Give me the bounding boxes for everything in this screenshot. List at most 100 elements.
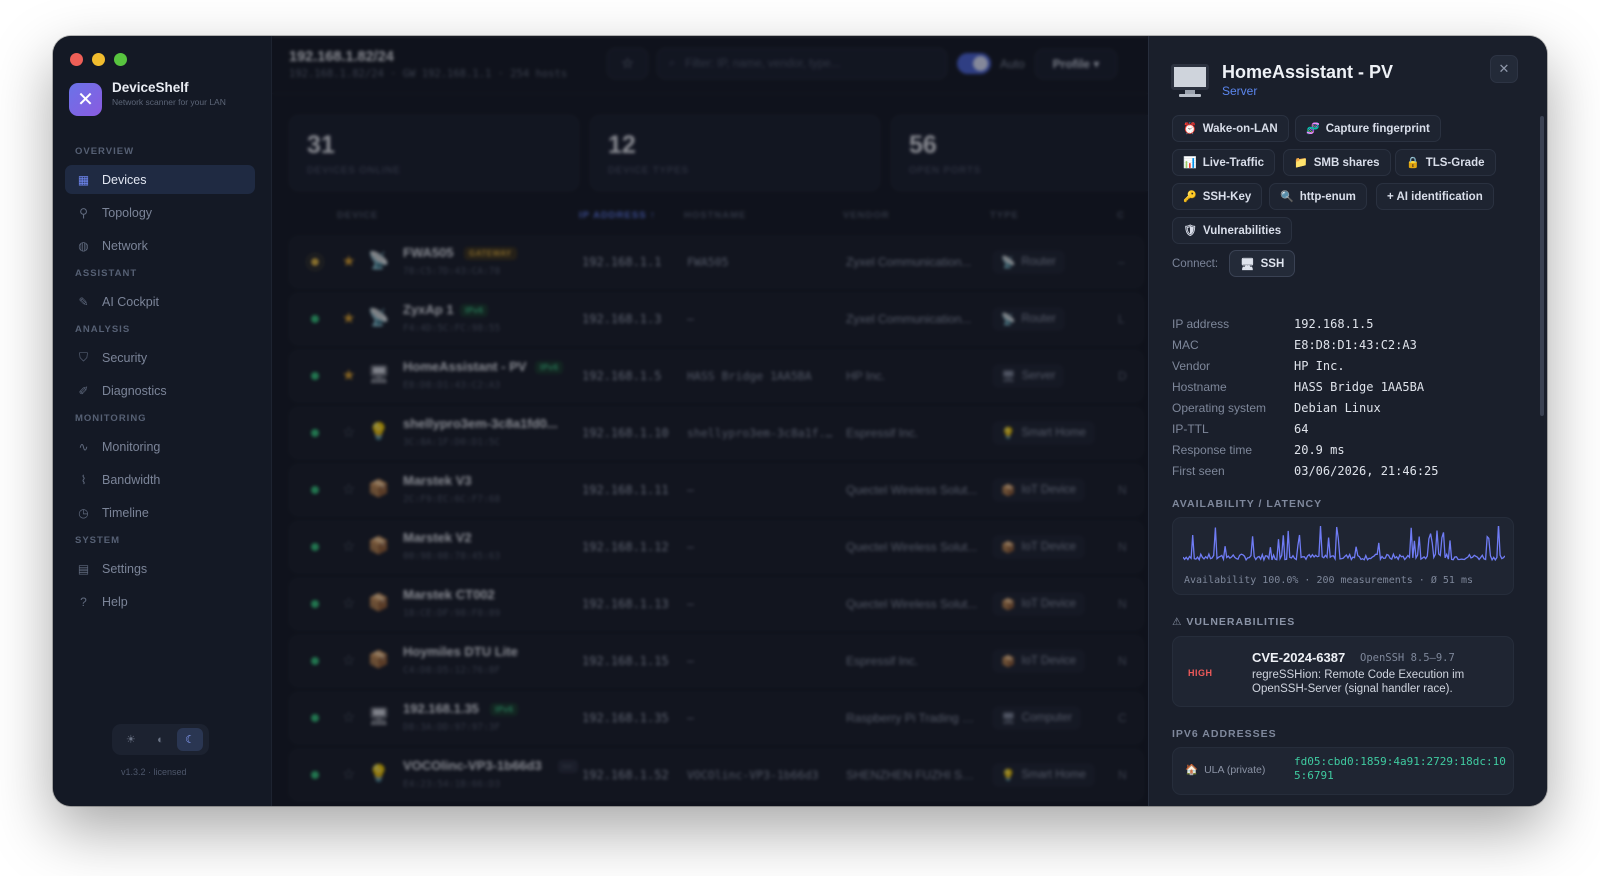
minimize-window-button[interactable] [92,53,105,66]
app-window: ✕ DeviceShelf Network scanner for your L… [53,36,1547,806]
device-badge: IPv6 [460,304,489,317]
sidebar-item-security[interactable]: ⛉ Security [65,343,255,372]
info-value[interactable]: 64 [1294,422,1308,436]
favorite-star-icon[interactable]: ★ [342,252,355,270]
star-icon: ☆ [621,55,634,71]
device-vendor: HP Inc. [846,369,886,383]
favorite-star-icon[interactable]: ★ [342,366,355,384]
live-traffic-button[interactable]: 📊 Live-Traffic [1172,149,1276,176]
action-label: Wake-on-LAN [1202,122,1278,135]
info-value[interactable]: HP Inc. [1294,359,1345,373]
sidebar-item-ai-cockpit[interactable]: ✎ AI Cockpit [65,287,255,316]
device-type-icon: 💡 [368,422,390,441]
auto-scan-toggle[interactable] [957,53,991,74]
table-row[interactable]: ☆ 🖥 192.168.1.35 IPv6 D8:3A:DD:97:97:3F … [289,692,1144,744]
table-row[interactable]: ★ 📡 FWA505 GATEWAY 78:C5:7D:43:CA:78 192… [289,236,1144,288]
filter-input[interactable] [685,57,926,70]
availability-caption: Availability 100.0% · 200 measurements ·… [1184,575,1473,586]
sidebar-item-timeline[interactable]: ◷ Timeline [65,498,255,527]
profile-dropdown[interactable]: Profile ▾ [1035,49,1117,79]
info-value[interactable]: 192.168.1.5 [1294,317,1373,331]
favorite-star-icon[interactable]: ☆ [342,537,355,555]
sidebar-item-label: Topology [102,205,153,220]
sidebar-item-diagnostics[interactable]: ✐ Diagnostics [65,376,255,405]
smb-shares-button[interactable]: 📁 SMB shares [1283,149,1391,176]
info-value[interactable]: E8:D8:D1:43:C2:A3 [1294,338,1417,352]
table-row[interactable]: ★ 📡 ZyxAp 1 IPv6 F4:4D:5C:FC:98:55 192.1… [289,293,1144,345]
sidebar-item-help[interactable]: ? Help [65,587,255,616]
device-type-pill: 🖥 Server [992,364,1065,388]
table-row[interactable]: ☆ 📦 Marstek CT002 18:CE:DF:98:F8:89 192.… [289,578,1144,630]
ipv6-scope: 🏠 ULA (private) [1185,763,1265,777]
info-value[interactable]: 20.9 ms [1294,443,1345,457]
device-extra: – [1118,255,1125,269]
device-type-pill: 📦 IoT Device [992,592,1086,616]
column-type[interactable]: TYPE [990,210,1019,221]
device-type-icon: 📦 [368,536,390,555]
device-vendor: Espressif Inc. [846,426,919,440]
table-row[interactable]: ☆ 📦 Marstek V3 2C:F9:EC:6C:F7:68 192.168… [289,464,1144,516]
action-label: Live-Traffic [1202,156,1265,169]
table-row[interactable]: ★ 🖥 HomeAssistant - PV IPv6 E8:D8:D1:43:… [289,350,1144,402]
vulnerabilities-button[interactable]: 🛡 Vulnerabilities [1172,217,1293,244]
close-panel-button[interactable]: ✕ [1490,55,1518,83]
sidebar-item-monitoring[interactable]: ∿ Monitoring [65,432,255,461]
close-window-button[interactable] [70,53,83,66]
status-indicator [311,657,319,665]
type-icon: 📦 [1001,656,1016,668]
capture-fingerprint-button[interactable]: 🧬 Capture fingerprint [1295,115,1441,142]
sidebar-item-label: Devices [102,172,147,187]
column-device[interactable]: DEVICE [337,210,378,221]
ai-identification-button[interactable]: + AI identification [1376,183,1494,210]
action-label: http-enum [1299,190,1356,203]
sidebar-item-bandwidth[interactable]: ⌇ Bandwidth [65,465,255,494]
favorite-star-icon[interactable]: ☆ [342,765,355,783]
http-enum-button[interactable]: 🔍 http-enum [1269,183,1367,210]
ipv6-address[interactable]: fd05:cbd0:1859:4a91:2729:18dc:105:6791 [1294,755,1509,783]
ssh-connect-button[interactable]: 🖥 SSH [1229,250,1296,277]
action-icon: 🔑 [1183,191,1197,203]
panel-scrollbar[interactable] [1540,116,1544,416]
column-vendor[interactable]: VENDOR [843,210,890,221]
table-row[interactable]: ☆ 💡 shellypro3em-3c8a1fd0... 3C:8A:1F:D0… [289,407,1144,459]
status-indicator [311,486,319,494]
devices-grid-icon: ▦ [77,172,90,187]
favorites-filter-button[interactable]: ☆ [607,48,648,79]
column-ip-address[interactable]: IP ADDRESS ↑ [579,210,656,221]
ssh-key-button[interactable]: 🔑 SSH-Key [1172,183,1263,210]
action-label: SMB shares [1313,156,1380,169]
device-extra: N [1118,654,1127,668]
favorite-star-icon[interactable]: ☆ [342,423,355,441]
favorite-star-icon[interactable]: ★ [342,309,355,327]
maximize-window-button[interactable] [114,53,127,66]
info-key: Hostname [1172,380,1227,394]
favorite-star-icon[interactable]: ☆ [342,651,355,669]
stat-device-types: 12 DEVICE TYPES [590,115,880,191]
sidebar-item-settings[interactable]: ▤ Settings [65,554,255,583]
info-value[interactable]: 03/06/2026, 21:46:25 [1294,464,1439,478]
device-type-icon: 📡 [368,251,390,270]
vulnerability-card[interactable]: HIGH CVE-2024-6387 OpenSSH 8.5–9.7 regre… [1172,636,1514,707]
column-hostname[interactable]: HOSTNAME [684,210,746,221]
sidebar-item-topology[interactable]: ⚲ Topology [65,198,255,227]
theme-switcher[interactable]: ☀ ◐ ☾ [112,724,209,755]
table-row[interactable]: ☆ 💡 VOCOlinc-VP3-1b66d3 ··· E4:23:54:1B:… [289,749,1144,801]
favorite-star-icon[interactable]: ☆ [342,594,355,612]
table-row[interactable]: ☆ 📦 Hoymiles DTU Lite C4:D8:D5:12:76:8F … [289,635,1144,687]
favorite-star-icon[interactable]: ☆ [342,480,355,498]
wake-on-lan-button[interactable]: ⏰ Wake-on-LAN [1172,115,1289,142]
light-theme-icon[interactable]: ☀ [118,728,144,751]
sidebar-item-network[interactable]: ◍ Network [65,231,255,260]
sidebar-item-label: Diagnostics [102,383,167,398]
auto-theme-icon[interactable]: ◐ [147,728,173,751]
favorite-star-icon[interactable]: ☆ [342,708,355,726]
filter-field[interactable]: ⌕ [657,48,947,79]
sidebar-item-devices[interactable]: ▦ Devices [65,165,255,194]
info-value[interactable]: Debian Linux [1294,401,1381,415]
column-extra[interactable]: C [1117,210,1125,221]
dark-theme-icon[interactable]: ☾ [177,728,204,751]
info-value[interactable]: HASS Bridge 1AA5BA [1294,380,1424,394]
tls-grade-button[interactable]: 🔒 TLS-Grade [1395,149,1496,176]
device-vendor: Quectel Wireless Solut... [846,483,978,497]
table-row[interactable]: ☆ 📦 Marstek V2 00:98:08:78:45:63 192.168… [289,521,1144,573]
